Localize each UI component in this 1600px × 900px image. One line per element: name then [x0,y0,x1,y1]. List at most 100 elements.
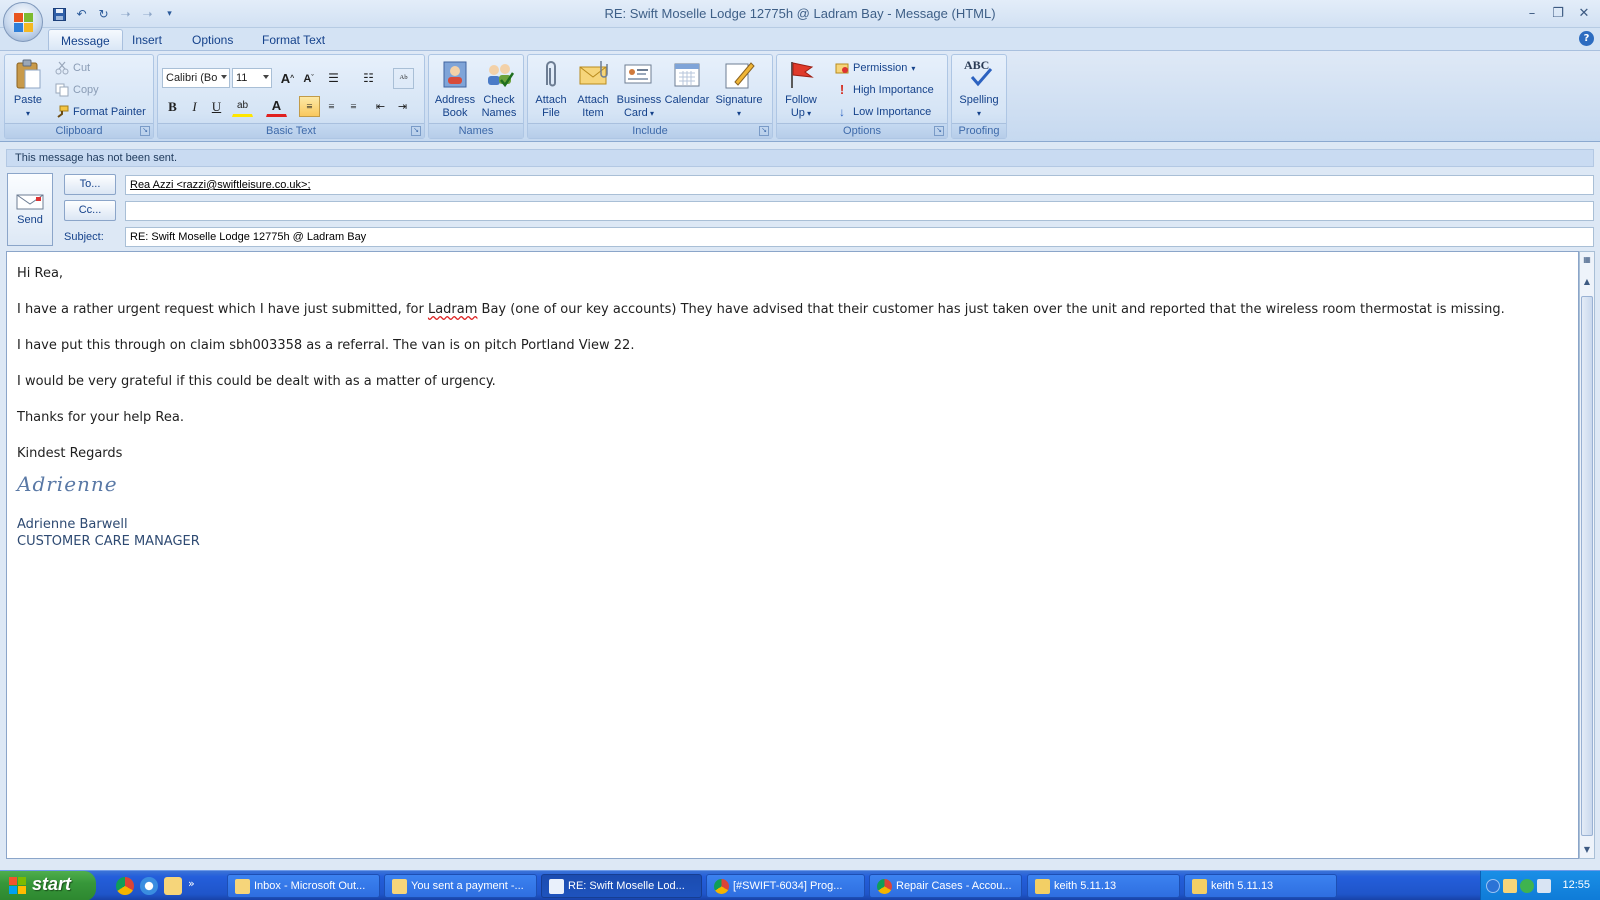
basic-text-dialog-launcher-icon[interactable]: ↘ [411,126,421,136]
numbering-icon[interactable]: ☷ [358,68,379,89]
font-name-combo[interactable]: Calibri (Bo [162,68,230,88]
attach-file-button[interactable]: Attach File [530,58,572,120]
tab-options[interactable]: Options [180,29,245,50]
taskbar-item-compose[interactable]: RE: Swift Moselle Lod... [541,874,702,898]
permission-icon [835,61,849,75]
increase-indent-icon[interactable]: ⇥ [392,96,413,117]
align-center-icon[interactable]: ≡ [321,96,342,117]
taskbar-item-label: Inbox - Microsoft Out... [254,880,366,892]
spelling-button[interactable]: ABC Spelling ▾ [954,58,1004,120]
low-importance-label: Low Importance [853,106,932,118]
close-button[interactable]: ✕ [1572,3,1596,23]
calendar-button[interactable]: Calendar [662,58,712,107]
align-right-icon[interactable]: ≡ [343,96,364,117]
font-size-combo[interactable]: 11 [232,68,272,88]
restore-button[interactable]: ❐ [1546,3,1570,23]
bold-button[interactable]: B [162,96,183,117]
send-button[interactable]: Send [7,173,53,246]
body-paragraph-2: I have put this through on claim sbh0033… [17,338,635,353]
internet-explorer-icon[interactable] [140,877,158,895]
copy-button[interactable]: Copy [55,80,99,100]
clock[interactable]: 12:55 [1562,879,1590,891]
message-body[interactable]: Hi Rea, I have a rather urgent request w… [6,251,1579,859]
clear-formatting-icon[interactable]: ᴬᵇ [393,68,414,89]
tab-message[interactable]: Message [48,29,123,50]
minimize-button[interactable]: – [1520,3,1544,23]
high-importance-button[interactable]: ! High Importance [835,80,934,100]
to-recipient[interactable]: Rea Azzi <razzi@swiftleisure.co.uk>; [130,179,311,191]
taskbar-item-payment[interactable]: You sent a payment -... [384,874,537,898]
attach-item-button[interactable]: Attach Item [572,58,614,120]
outlook-tray-icon[interactable] [1503,879,1517,893]
title-bar: ↶ ↻ ➝ ➝ ▾ RE: Swift Moselle Lodge 12775h… [0,0,1600,42]
follow-up-button[interactable]: Follow Up ▾ [779,58,823,120]
misspelled-word[interactable]: Ladram [428,302,477,317]
options-dialog-launcher-icon[interactable]: ↘ [934,126,944,136]
taskbar-item-repair-cases[interactable]: Repair Cases - Accou... [869,874,1022,898]
envelope-icon [577,58,609,90]
taskbar-item-folder-2[interactable]: keith 5.11.13 [1184,874,1337,898]
scroll-down-icon[interactable]: ▼ [1580,842,1594,858]
tab-insert[interactable]: Insert [120,29,174,50]
network-icon[interactable] [1520,879,1534,893]
bullets-icon[interactable]: ☰ [323,68,344,89]
scroll-up-icon[interactable]: ▲ [1580,274,1594,290]
check-names-button[interactable]: Check Names [477,58,521,120]
decrease-indent-icon[interactable]: ⇤ [370,96,391,117]
low-importance-button[interactable]: ↓ Low Importance [835,102,931,122]
signature-button[interactable]: Signature ▾ [712,58,766,120]
folder-icon [1192,879,1207,894]
outlook-icon[interactable] [164,877,182,895]
display-icon[interactable] [1537,879,1551,893]
quick-launch-overflow-icon[interactable]: » [188,877,195,895]
tray-expand-icon[interactable] [1486,879,1500,893]
spelling-check-icon: ABC [963,58,995,90]
business-card-label-2: Card [623,107,648,119]
options-group: Follow Up ▾ Permission ▾ ! High Importance… [776,54,948,139]
align-left-icon[interactable]: ≡ [299,96,320,117]
follow-up-label-2: Up [790,107,805,119]
cc-button[interactable]: Cc... [64,200,116,221]
permission-button[interactable]: Permission ▾ [835,58,915,78]
vertical-scrollbar[interactable]: ▦ ▲ ▼ [1579,251,1595,859]
greeting: Hi Rea, [17,266,64,281]
shrink-font-icon[interactable]: Aˇ [298,68,319,89]
scrollbar-thumb[interactable] [1581,296,1593,836]
cut-label: Cut [73,62,91,74]
body-paragraph-1-start: I have a rather urgent request which I h… [17,302,428,317]
help-icon[interactable]: ? [1579,31,1594,46]
highlight-icon[interactable]: ab [232,96,253,117]
quick-launch: » [116,877,195,895]
to-button[interactable]: To... [64,174,116,195]
italic-button[interactable]: I [184,96,205,117]
format-painter-button[interactable]: Format Painter [55,102,146,122]
include-dialog-launcher-icon[interactable]: ↘ [759,126,769,136]
subject-field[interactable]: RE: Swift Moselle Lodge 12775h @ Ladram … [125,227,1594,247]
start-button[interactable]: start [0,871,96,900]
business-card-icon [623,58,655,90]
down-arrow-icon: ↓ [839,105,845,119]
office-button[interactable] [3,2,43,42]
font-name-value: Calibri (Bo [166,72,218,84]
paste-button[interactable]: Paste ▾ [9,58,47,120]
handwritten-signature: Adrienne [17,472,118,496]
chrome-icon[interactable] [116,877,134,895]
taskbar-item-swift-jira[interactable]: [#SWIFT-6034] Prog... [706,874,865,898]
proofing-group-label: Proofing [952,123,1006,138]
address-book-label-1: Address [434,94,476,106]
clipboard-dialog-launcher-icon[interactable]: ↘ [140,126,150,136]
font-color-button[interactable]: A [266,96,287,117]
business-card-button[interactable]: Business Card ▾ [614,58,664,120]
address-book-button[interactable]: Address Book [433,58,477,120]
grow-font-icon[interactable]: A ^ [277,68,298,89]
window-controls: – ❐ ✕ [1520,3,1596,23]
cc-field[interactable] [125,201,1594,221]
taskbar-item-folder-1[interactable]: keith 5.11.13 [1027,874,1180,898]
to-field[interactable]: Rea Azzi <razzi@swiftleisure.co.uk>; [125,175,1594,195]
tab-format-text[interactable]: Format Text [250,29,337,50]
cut-button[interactable]: Cut [55,58,90,78]
taskbar-item-inbox[interactable]: Inbox - Microsoft Out... [227,874,380,898]
ruler-toggle-icon[interactable]: ▦ [1580,252,1594,272]
underline-button[interactable]: U [206,96,227,117]
basic-text-group: Calibri (Bo 11 A ^ Aˇ ☰ ☷ ᴬᵇ B I U ab A ≡… [157,54,425,139]
